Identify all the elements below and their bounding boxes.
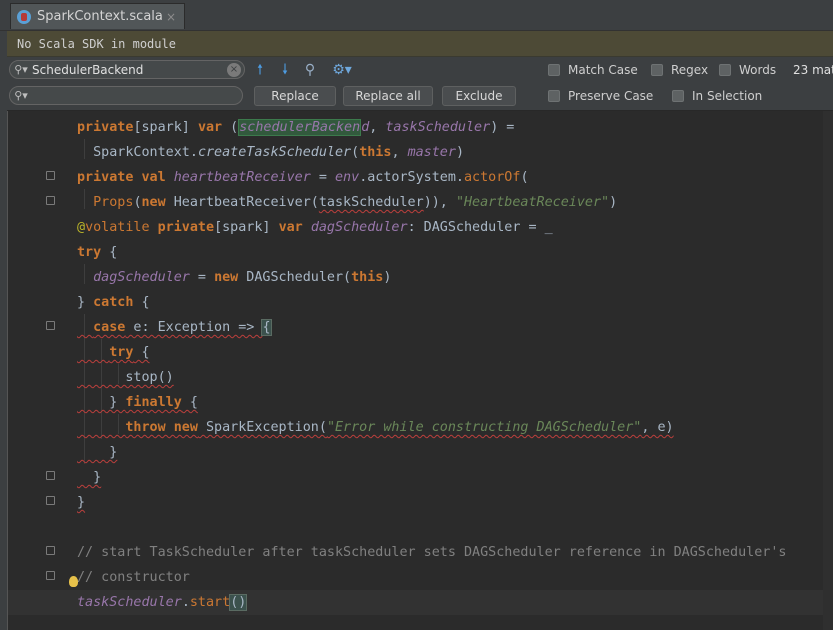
code-line[interactable]: case e: Exception => {	[77, 315, 833, 340]
preserve-case-option[interactable]: Preserve Case	[548, 89, 653, 103]
code-line[interactable]: } finally {	[77, 390, 833, 415]
match-case-label: Match Case	[568, 63, 638, 77]
notification-banner: No Scala SDK in module	[7, 31, 833, 57]
in-selection-option[interactable]: In Selection	[672, 89, 762, 103]
arrow-up-icon[interactable]: 🠕	[250, 60, 270, 80]
code-line[interactable]: private[spark] var (schedulerBackend, ta…	[77, 115, 833, 140]
replace-input[interactable]	[32, 88, 217, 103]
editor-tab-bar: SparkContext.scala ×	[0, 0, 833, 31]
close-icon[interactable]: ×	[166, 10, 176, 24]
regex-label: Regex	[671, 63, 709, 77]
replace-search-icon[interactable]: ⚲▾	[10, 89, 32, 102]
preserve-case-checkbox[interactable]	[548, 90, 560, 102]
find-replace-bar: ⚲▾ × ⚲▾ 🠕 🠗 ⚲ ⚙▾ Replace Replace all Exc…	[7, 57, 833, 111]
code-line[interactable]: }	[77, 490, 833, 515]
code-line[interactable]: stop()	[77, 365, 833, 390]
fold-marker[interactable]	[46, 321, 55, 330]
current-code-line[interactable]: taskScheduler.start()	[8, 590, 833, 615]
gear-icon[interactable]: ⚙▾	[332, 60, 352, 80]
fold-marker[interactable]	[46, 496, 55, 505]
code-line[interactable]: } catch {	[77, 290, 833, 315]
words-option[interactable]: Words	[719, 63, 776, 77]
tab-label: SparkContext.scala	[37, 9, 163, 24]
code-line[interactable]: try {	[77, 240, 833, 265]
match-count: 23 mat	[793, 63, 833, 77]
fold-marker[interactable]	[46, 546, 55, 555]
code-line[interactable]: SparkContext.createTaskScheduler(this, m…	[77, 140, 833, 165]
replace-all-button[interactable]: Replace all	[343, 86, 433, 106]
fold-marker[interactable]	[46, 471, 55, 480]
fold-marker[interactable]	[46, 571, 55, 580]
code-line[interactable]: try {	[77, 340, 833, 365]
find-all-icon[interactable]: ⚲	[300, 60, 320, 80]
fold-marker[interactable]	[46, 171, 55, 180]
error-stripe-scrollbar[interactable]	[823, 111, 833, 630]
exclude-button[interactable]: Exclude	[442, 86, 516, 106]
regex-checkbox[interactable]	[651, 64, 663, 76]
words-label: Words	[739, 63, 777, 77]
scala-file-icon	[17, 9, 31, 24]
match-case-option[interactable]: Match Case	[548, 63, 638, 77]
code-line[interactable]: @volatile private[spark] var dagSchedule…	[77, 215, 833, 240]
tab-sparkcontext[interactable]: SparkContext.scala ×	[10, 3, 185, 29]
words-checkbox[interactable]	[719, 64, 731, 76]
code-line[interactable]: dagScheduler = new DAGScheduler(this)	[77, 265, 833, 290]
clear-icon[interactable]: ×	[227, 62, 241, 77]
in-selection-checkbox[interactable]	[672, 90, 684, 102]
preserve-case-label: Preserve Case	[568, 89, 654, 103]
fold-marker[interactable]	[46, 196, 55, 205]
search-input[interactable]	[32, 62, 217, 77]
left-tool-strip	[0, 31, 8, 630]
code-line[interactable]: }	[77, 465, 833, 490]
code-line[interactable]: // constructor	[77, 565, 833, 590]
banner-text: No Scala SDK in module	[17, 36, 176, 51]
search-match-highlight: schedulerBacken	[238, 119, 362, 136]
in-selection-label: In Selection	[692, 89, 763, 103]
code-line[interactable]: Props(new HeartbeatReceiver(taskSchedule…	[77, 190, 833, 215]
arrow-down-icon[interactable]: 🠗	[275, 60, 295, 80]
code-line[interactable]: // start TaskScheduler after taskSchedul…	[77, 540, 833, 565]
replace-field[interactable]: ⚲▾	[9, 86, 243, 105]
code-line[interactable]: }	[77, 440, 833, 465]
lightbulb-icon[interactable]	[69, 576, 78, 587]
code-line[interactable]: throw new SparkException("Error while co…	[77, 415, 833, 440]
match-case-checkbox[interactable]	[548, 64, 560, 76]
code-line[interactable]: private val heartbeatReceiver = env.acto…	[77, 165, 833, 190]
regex-option[interactable]: Regex	[651, 63, 708, 77]
search-icon[interactable]: ⚲▾	[10, 63, 32, 76]
search-field[interactable]: ⚲▾ ×	[9, 60, 245, 79]
code-editor[interactable]: private[spark] var (schedulerBackend, ta…	[8, 111, 833, 630]
replace-button[interactable]: Replace	[254, 86, 336, 106]
